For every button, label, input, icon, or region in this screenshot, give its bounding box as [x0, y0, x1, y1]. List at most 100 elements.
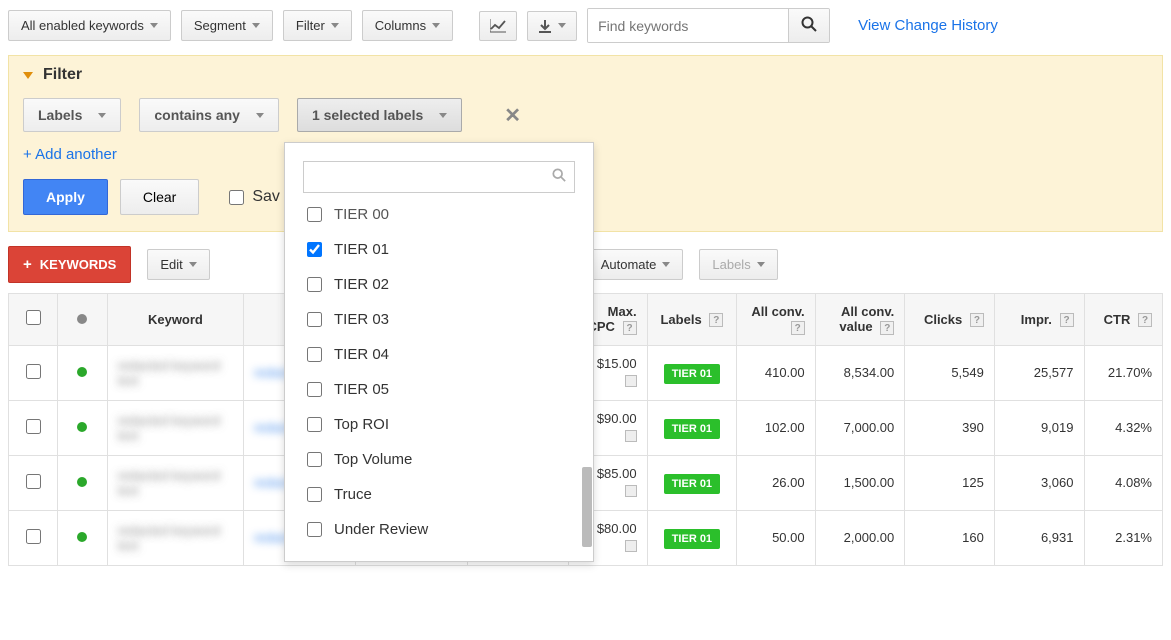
download-button[interactable]	[527, 11, 577, 41]
label-option-text: TIER 00	[334, 206, 389, 223]
save-filter-checkbox[interactable]: Sav	[229, 188, 280, 206]
clear-button[interactable]: Clear	[120, 179, 199, 215]
label-option-checkbox[interactable]	[307, 312, 322, 327]
keywords-scope-button[interactable]: All enabled keywords	[8, 10, 171, 41]
impr-cell: 9,019	[994, 400, 1084, 455]
row-checkbox[interactable]	[26, 474, 41, 489]
search-icon	[552, 168, 566, 185]
label-search-input[interactable]	[304, 162, 574, 192]
find-keywords-input[interactable]	[588, 9, 788, 42]
impr-cell: 6,931	[994, 510, 1084, 565]
view-change-history-link[interactable]: View Change History	[858, 17, 998, 34]
bid-strategy-icon	[625, 540, 637, 552]
all-conv-value-cell: 1,500.00	[815, 455, 905, 510]
help-icon[interactable]: ?	[970, 313, 984, 327]
col-ctr[interactable]: CTR ?	[1084, 294, 1163, 346]
select-all-checkbox[interactable]	[26, 310, 41, 325]
labels-cell: TIER 01	[647, 455, 737, 510]
label-option-checkbox[interactable]	[307, 417, 322, 432]
filter-operator-button[interactable]: contains any	[139, 98, 279, 132]
label-option[interactable]: TIER 02	[299, 267, 579, 302]
filter-value-button[interactable]: 1 selected labels	[297, 98, 462, 132]
label-option[interactable]: Top Volume	[299, 442, 579, 477]
col-all-conv-value[interactable]: All conv. value ?	[815, 294, 905, 346]
chevron-down-icon	[23, 72, 33, 79]
save-filter-checkbox-input[interactable]	[229, 190, 244, 205]
apply-button[interactable]: Apply	[23, 179, 108, 215]
clicks-cell: 5,549	[905, 345, 995, 400]
all-conv-cell: 102.00	[737, 400, 815, 455]
keyword-cell: redacted keyword text	[118, 468, 221, 498]
label-option-checkbox[interactable]	[307, 277, 322, 292]
ctr-cell: 4.08%	[1084, 455, 1163, 510]
clicks-cell: 390	[905, 400, 995, 455]
label-option-text: TIER 03	[334, 311, 389, 328]
col-impr[interactable]: Impr. ?	[994, 294, 1084, 346]
label-option[interactable]: TIER 05	[299, 372, 579, 407]
filter-panel-header[interactable]: Filter	[23, 66, 1148, 84]
row-checkbox[interactable]	[26, 419, 41, 434]
col-labels[interactable]: Labels ?	[647, 294, 737, 346]
caret-down-icon	[662, 262, 670, 267]
filter-field-button[interactable]: Labels	[23, 98, 121, 132]
chart-icon	[490, 19, 506, 33]
bid-strategy-icon	[625, 375, 637, 387]
label-option-checkbox[interactable]	[307, 242, 322, 257]
label-option[interactable]: Under Review	[299, 512, 579, 547]
columns-button[interactable]: Columns	[362, 10, 453, 41]
all-conv-cell: 410.00	[737, 345, 815, 400]
label-option[interactable]: TIER 01	[299, 232, 579, 267]
automate-button[interactable]: Automate	[588, 249, 684, 280]
label-option-checkbox[interactable]	[307, 487, 322, 502]
label-option[interactable]: Truce	[299, 477, 579, 512]
help-icon[interactable]: ?	[1138, 313, 1152, 327]
search-icon	[801, 16, 817, 32]
label-option-checkbox[interactable]	[307, 347, 322, 362]
tier-badge: TIER 01	[664, 474, 720, 494]
add-keywords-button[interactable]: + KEYWORDS	[8, 246, 131, 283]
remove-filter-button[interactable]: ✕	[504, 103, 521, 128]
labels-button[interactable]: Labels	[699, 249, 777, 280]
filter-field-label: Labels	[38, 107, 82, 123]
label-option[interactable]: TIER 00	[299, 205, 579, 232]
bid-strategy-icon	[625, 430, 637, 442]
help-icon[interactable]: ?	[880, 321, 894, 335]
col-clicks[interactable]: Clicks ?	[905, 294, 995, 346]
label-option[interactable]: TIER 04	[299, 337, 579, 372]
segment-label: Segment	[194, 18, 246, 33]
clicks-cell: 125	[905, 455, 995, 510]
help-icon[interactable]: ?	[1060, 313, 1074, 327]
col-keyword[interactable]: Keyword	[107, 294, 244, 346]
label-option-checkbox[interactable]	[307, 452, 322, 467]
find-keywords-submit[interactable]	[788, 9, 829, 42]
label-option-checkbox[interactable]	[307, 522, 322, 537]
chart-button[interactable]	[479, 11, 517, 41]
label-list[interactable]: TIER 00 TIER 01 TIER 02 TIER 03 TIER 04 …	[297, 205, 581, 547]
filter-button[interactable]: Filter	[283, 10, 352, 41]
keyword-cell: redacted keyword text	[118, 523, 221, 553]
impr-cell: 25,577	[994, 345, 1084, 400]
segment-button[interactable]: Segment	[181, 10, 273, 41]
help-icon[interactable]: ?	[791, 321, 805, 335]
help-icon[interactable]: ?	[709, 313, 723, 327]
label-option-checkbox[interactable]	[307, 382, 322, 397]
tier-badge: TIER 01	[664, 529, 720, 549]
scrollbar-thumb[interactable]	[582, 467, 592, 547]
label-option[interactable]: Top ROI	[299, 407, 579, 442]
help-icon[interactable]: ?	[623, 321, 637, 335]
keywords-scope-label: All enabled keywords	[21, 18, 144, 33]
automate-label: Automate	[601, 257, 657, 272]
col-all-conv[interactable]: All conv.?	[737, 294, 815, 346]
labels-button-label: Labels	[712, 257, 750, 272]
caret-down-icon	[558, 23, 566, 28]
status-dot-icon	[77, 422, 87, 432]
keyword-cell: redacted keyword text	[118, 358, 221, 388]
label-option-checkbox[interactable]	[307, 207, 322, 222]
caret-down-icon	[757, 262, 765, 267]
row-checkbox[interactable]	[26, 364, 41, 379]
status-dot-icon	[77, 532, 87, 542]
label-option[interactable]: TIER 03	[299, 302, 579, 337]
edit-button[interactable]: Edit	[147, 249, 209, 280]
all-conv-cell: 50.00	[737, 510, 815, 565]
row-checkbox[interactable]	[26, 529, 41, 544]
